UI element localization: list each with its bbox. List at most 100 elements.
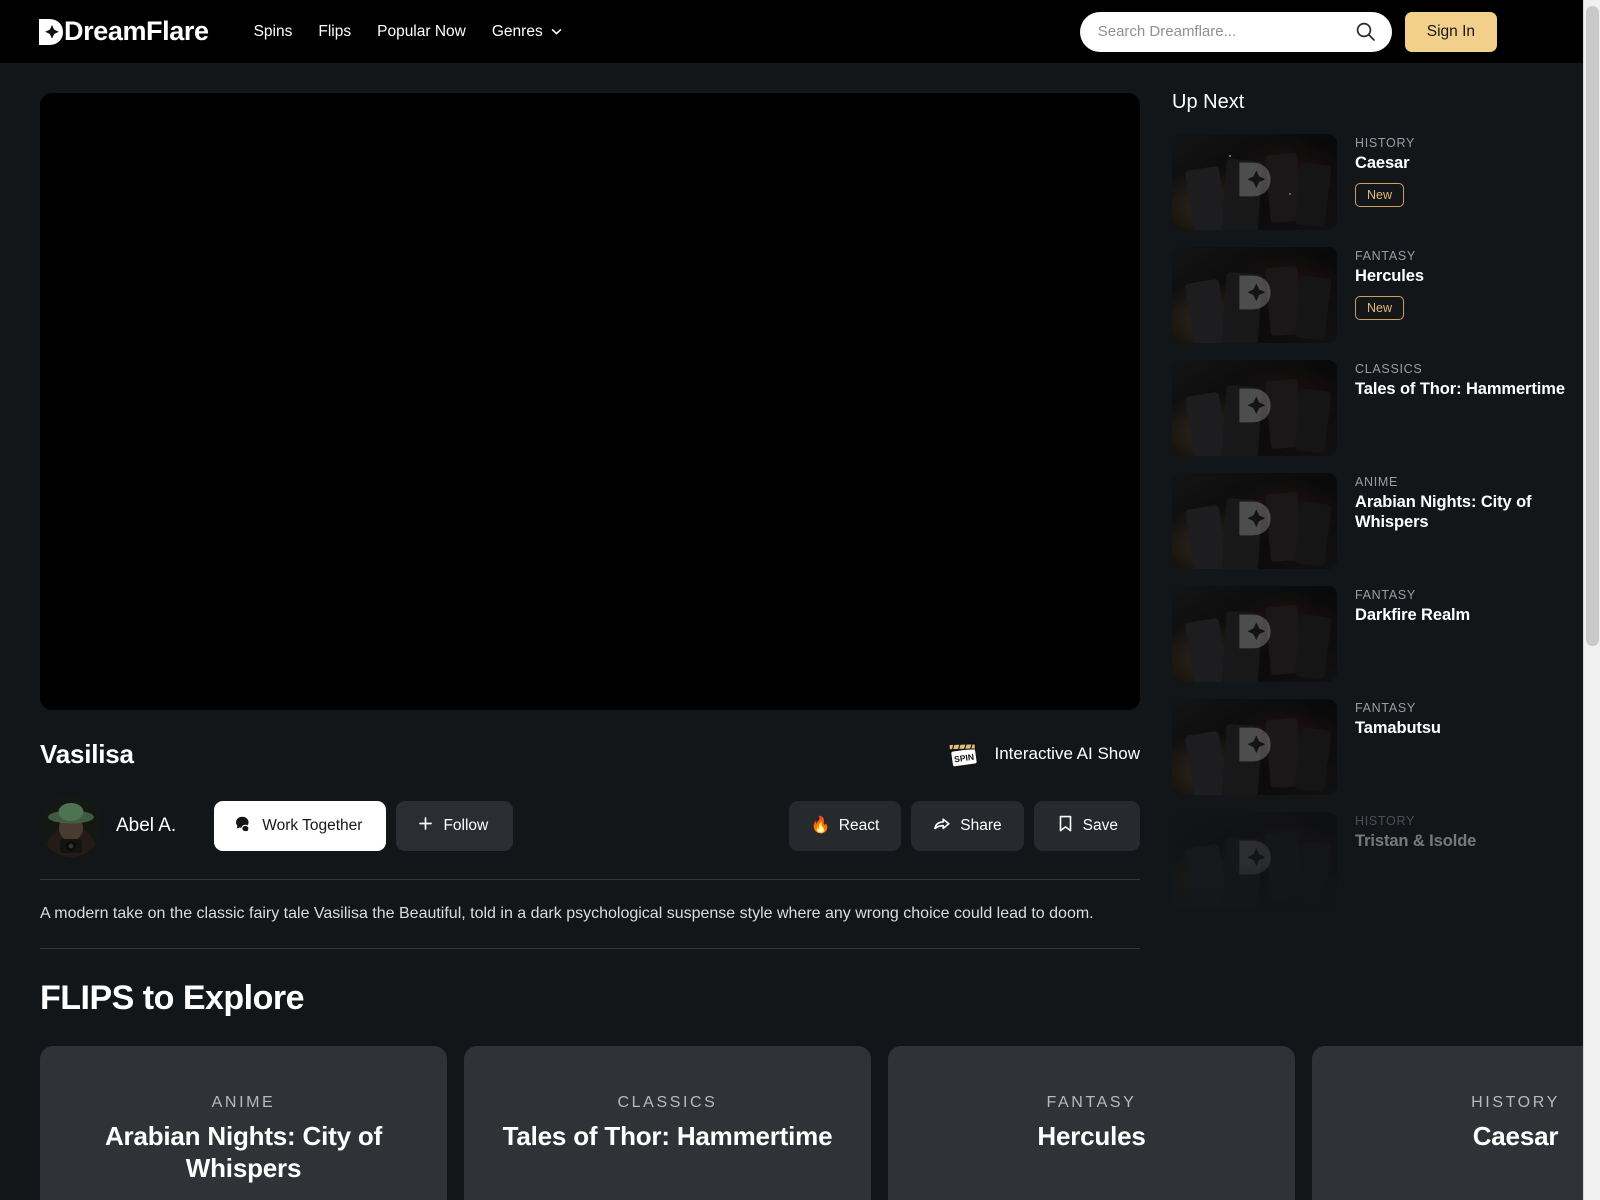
interactive-show-label: Interactive AI Show xyxy=(994,744,1140,763)
dreamflare-watermark-icon xyxy=(1238,273,1272,317)
nav-item-popular-now[interactable]: Popular Now xyxy=(377,23,466,41)
dreamflare-watermark-icon xyxy=(1238,612,1272,656)
page-scrollbar[interactable] xyxy=(1583,0,1600,1200)
flip-card-genre: CLASSICS xyxy=(617,1094,718,1112)
list-item-title: Tristan & Isolde xyxy=(1355,832,1477,850)
video-player[interactable] xyxy=(40,93,1140,710)
list-item[interactable]: HISTORY Caesar New xyxy=(1172,134,1570,230)
follow-button[interactable]: Follow xyxy=(396,801,514,851)
scrollbar-thumb[interactable] xyxy=(1586,6,1599,646)
list-item-title: Darkfire Realm xyxy=(1355,606,1471,624)
creator-row: Abel A. Work Together Follow 🔥 React Sha… xyxy=(40,795,1140,857)
bookmark-icon xyxy=(1056,814,1075,838)
divider-top xyxy=(40,879,1140,880)
share-label: Share xyxy=(960,817,1002,834)
flip-card[interactable]: CLASSICS Tales of Thor: Hammertime xyxy=(464,1046,871,1200)
thumbnail xyxy=(1172,586,1337,682)
dreamflare-watermark-icon xyxy=(1238,160,1272,204)
interactive-show-badge: SPIN Interactive AI Show xyxy=(945,737,1140,771)
logo-text: DreamFlare xyxy=(64,16,209,46)
video-description: A modern take on the classic fairy tale … xyxy=(40,905,1094,922)
thumbnail xyxy=(1172,360,1337,456)
creator-actions: Work Together Follow xyxy=(214,801,514,851)
flips-heading: FLIPS to Explore xyxy=(40,979,305,1018)
creator-name: Abel A. xyxy=(116,815,177,836)
flip-card-title: Arabian Nights: City of Whispers xyxy=(104,1121,383,1183)
chat-bubble-icon xyxy=(234,814,253,838)
list-item[interactable]: HISTORY Tristan & Isolde xyxy=(1172,812,1570,908)
react-label: React xyxy=(838,817,880,834)
share-button[interactable]: Share xyxy=(911,801,1024,851)
app-header: DreamFlare Spins Flips Popular Now Genre… xyxy=(0,0,1583,63)
dreamflare-watermark-icon xyxy=(1238,499,1272,543)
list-item[interactable]: FANTASY Hercules New xyxy=(1172,247,1570,343)
share-arrow-icon xyxy=(933,814,952,838)
up-next-heading: Up Next xyxy=(1172,91,1245,113)
thumbnail xyxy=(1172,699,1337,795)
list-item-genre: FANTASY xyxy=(1355,249,1416,263)
save-button[interactable]: Save xyxy=(1033,801,1140,851)
page-title: Vasilisa xyxy=(40,738,134,769)
avatar[interactable] xyxy=(40,795,102,857)
page-body: Vasilisa SPIN Interactive AI Show Abel A… xyxy=(0,63,1583,1200)
nav-item-flips[interactable]: Flips xyxy=(318,23,351,41)
react-button[interactable]: 🔥 React xyxy=(788,801,902,851)
work-together-label: Work Together xyxy=(262,817,363,834)
dreamflare-watermark-icon xyxy=(1238,386,1272,430)
list-item-title: Arabian Nights: City of Whispers xyxy=(1355,493,1532,532)
plus-icon xyxy=(417,815,434,837)
dreamflare-flame-icon xyxy=(38,17,64,47)
list-item-genre: HISTORY xyxy=(1355,136,1416,150)
dreamflare-watermark-icon xyxy=(1238,725,1272,769)
up-next-scroll[interactable]: HISTORY Caesar New FANTASY Hercules New … xyxy=(1172,134,1570,954)
engagement-actions: 🔥 React Share Save xyxy=(788,801,1140,851)
follow-label: Follow xyxy=(443,817,489,834)
list-item[interactable]: ANIME Arabian Nights: City of Whispers xyxy=(1172,473,1570,569)
sign-in-button[interactable]: Sign In xyxy=(1404,11,1497,52)
thumbnail xyxy=(1172,247,1337,343)
chevron-down-icon xyxy=(550,25,563,38)
up-next-panel: Up Next HISTORY Caesar New FANTASY Hercu… xyxy=(1150,63,1570,1200)
nav-item-label: Genres xyxy=(491,22,543,40)
list-item-genre: CLASSICS xyxy=(1355,362,1423,376)
list-item-genre: FANTASY xyxy=(1355,701,1416,715)
nav-item-genres[interactable]: Genres xyxy=(492,23,563,41)
list-item[interactable]: CLASSICS Tales of Thor: Hammertime xyxy=(1172,360,1570,456)
spin-clapperboard-icon: SPIN xyxy=(945,737,983,771)
main-content: Vasilisa SPIN Interactive AI Show Abel A… xyxy=(0,63,1583,1200)
main-nav: Spins Flips Popular Now Genres xyxy=(254,23,563,41)
header-right: Sign In xyxy=(1079,11,1497,52)
save-label: Save xyxy=(1082,817,1118,834)
status-badge: New xyxy=(1355,296,1405,321)
nav-item-spins[interactable]: Spins xyxy=(254,23,293,41)
divider-bottom xyxy=(40,948,1140,950)
nav-item-label: Popular Now xyxy=(377,22,466,40)
fire-emoji: 🔥 xyxy=(810,817,831,834)
thumbnail xyxy=(1172,134,1337,230)
nav-item-label: Flips xyxy=(318,22,352,40)
page-viewport: DreamFlare Spins Flips Popular Now Genre… xyxy=(0,0,1583,1200)
flip-card-title: Tales of Thor: Hammertime xyxy=(502,1121,833,1152)
list-item-genre: FANTASY xyxy=(1355,588,1416,602)
video-title-row: Vasilisa SPIN Interactive AI Show xyxy=(40,737,1140,771)
search-box[interactable] xyxy=(1079,11,1392,52)
search-icon[interactable] xyxy=(1355,21,1376,42)
logo[interactable]: DreamFlare xyxy=(38,17,209,47)
flips-carousel: ANIME Arabian Nights: City of Whispers C… xyxy=(40,1046,1583,1200)
flip-card-genre: ANIME xyxy=(211,1094,276,1112)
work-together-button[interactable]: Work Together xyxy=(214,801,387,851)
list-item-title: Tales of Thor: Hammertime xyxy=(1355,380,1565,398)
nav-item-label: Spins xyxy=(253,22,293,40)
list-item-title: Tamabutsu xyxy=(1355,719,1441,737)
list-item[interactable]: FANTASY Darkfire Realm xyxy=(1172,586,1570,682)
list-item[interactable]: FANTASY Tamabutsu xyxy=(1172,699,1570,795)
dreamflare-watermark-icon xyxy=(1238,838,1272,882)
up-next-list: HISTORY Caesar New FANTASY Hercules New … xyxy=(1172,134,1570,908)
status-badge: New xyxy=(1355,183,1405,208)
thumbnail xyxy=(1172,812,1337,908)
flip-card[interactable]: ANIME Arabian Nights: City of Whispers xyxy=(40,1046,447,1200)
search-input[interactable] xyxy=(1097,23,1347,40)
list-item-genre: ANIME xyxy=(1355,475,1399,489)
list-item-title: Caesar xyxy=(1355,154,1410,172)
thumbnail xyxy=(1172,473,1337,569)
